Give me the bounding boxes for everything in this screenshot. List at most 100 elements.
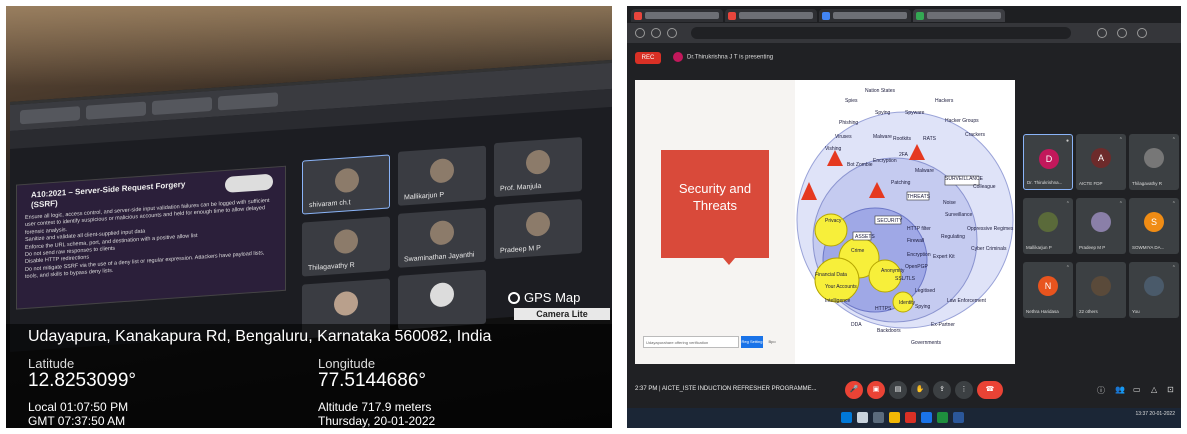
meeting-header: REC Dr.Thirukrishna J T is presenting <box>627 43 1181 73</box>
participant-tile[interactable]: 22 others <box>1076 262 1126 318</box>
venn-label: Spies <box>845 98 858 104</box>
slide-button-secondary[interactable]: Bpo <box>765 336 779 348</box>
venn-label: ASSETS <box>855 234 875 240</box>
title-box-pointer <box>723 258 735 265</box>
avatar: D <box>1039 149 1059 169</box>
browser-tab[interactable] <box>819 9 911 22</box>
altitude: Altitude 717.9 meters <box>318 400 432 414</box>
url-input[interactable] <box>691 27 1071 39</box>
venn-label: Cyber Criminals <box>971 246 1007 252</box>
venn-label: Patching <box>891 180 911 186</box>
participant-tile[interactable]: ⌃ Thilagavathy R <box>1129 134 1179 190</box>
captions-button[interactable]: ▤ <box>889 381 907 399</box>
profile-icon[interactable] <box>1137 28 1147 38</box>
avatar <box>334 228 358 255</box>
browser-tab[interactable] <box>86 101 146 120</box>
slide-input[interactable]: Udayapurahare offering verification <box>643 336 739 348</box>
participant-tile[interactable]: Swaminathan Jayanthi <box>398 207 486 268</box>
participant-name: Thilagavathy R <box>1132 181 1163 186</box>
end-call-button[interactable]: ☎ <box>977 381 1003 399</box>
venn-label: RATS <box>923 136 937 142</box>
slide-button[interactable]: Reg Setting <box>741 336 763 348</box>
forward-icon[interactable] <box>651 28 661 38</box>
venn-label: Expert Kit <box>933 254 955 260</box>
venn-label: Rootkits <box>893 136 912 142</box>
browser-tab[interactable] <box>631 9 723 22</box>
meeting-screenshot: REC Dr.Thirukrishna J T is presenting Se… <box>627 6 1181 428</box>
participant-tile[interactable]: Pradeep M P <box>494 199 582 260</box>
participant-tile[interactable]: ⌃ Pradeep M P <box>1076 198 1126 254</box>
browser-tab[interactable] <box>152 96 212 116</box>
activities-icon[interactable]: △ <box>1151 385 1157 394</box>
bookmark-icon[interactable] <box>1117 28 1127 38</box>
participant-tile[interactable]: ⌃ A AICTE FDP <box>1076 134 1126 190</box>
file-explorer-icon[interactable] <box>889 412 900 423</box>
info-icon[interactable]: ⓘ <box>1097 385 1105 396</box>
map-pin-icon <box>508 292 520 304</box>
slide-title-line: Threats <box>692 198 738 213</box>
mic-off-button[interactable]: 🎤 <box>845 381 863 399</box>
venn-label: DDA <box>851 322 862 328</box>
word-icon[interactable] <box>953 412 964 423</box>
avatar <box>335 167 359 194</box>
search-icon[interactable] <box>857 412 868 423</box>
participant-name: You <box>1132 309 1140 314</box>
browser-tab[interactable] <box>725 9 817 22</box>
venn-label: Surveillance <box>945 212 972 218</box>
rec-badge: REC <box>635 52 661 64</box>
chrome-icon[interactable] <box>905 412 916 423</box>
venn-label: Financial Data <box>815 272 847 278</box>
browser-tab[interactable] <box>218 92 278 111</box>
participant-grid: ● D Dr. Thirukrishna... ⌃ A AICTE FDP ⌃ … <box>1019 132 1181 322</box>
tab-favicon-icon <box>634 12 642 20</box>
edge-icon[interactable] <box>921 412 932 423</box>
present-button[interactable]: ⇪ <box>933 381 951 399</box>
venn-label: HTTP filter <box>907 226 931 232</box>
chat-icon[interactable]: ▭ <box>1133 385 1141 394</box>
participant-tile[interactable]: Mallikarjun P <box>398 145 486 206</box>
back-icon[interactable] <box>635 28 645 38</box>
browser-tab[interactable] <box>20 106 80 125</box>
lock-icon[interactable]: ⊡ <box>1167 385 1174 394</box>
participant-tile[interactable]: ⌃ S SOWMIYA DA... <box>1129 198 1179 254</box>
pin-icon[interactable]: ● <box>1066 138 1069 144</box>
venn-label: Identity <box>899 300 916 306</box>
participant-tile[interactable] <box>398 269 486 330</box>
presenter-avatar <box>673 52 683 62</box>
participant-name: SOWMIYA DA... <box>1132 245 1165 250</box>
people-icon[interactable]: 👥 <box>1115 385 1125 394</box>
gps-address: Udayapura, Kanakapura Rd, Bengaluru, Kar… <box>28 328 492 345</box>
task-view-icon[interactable] <box>873 412 884 423</box>
tab-favicon-icon <box>822 12 830 20</box>
participant-tile[interactable]: ⌃ Mallikarjun P <box>1023 198 1073 254</box>
venn-label: Crackers <box>965 132 986 138</box>
security-venn-diagram: Nation States Spies Hackers Spying Spyware Ha… <box>795 80 1015 364</box>
participant-tile[interactable]: shivaram ch.t <box>302 154 390 215</box>
reload-icon[interactable] <box>667 28 677 38</box>
raise-hand-button[interactable]: ✋ <box>911 381 929 399</box>
venn-label: Encryption <box>873 158 897 164</box>
app-icon[interactable] <box>937 412 948 423</box>
slide-left-panel: Security and Threats Udayapurahare offer… <box>635 80 795 364</box>
venn-label: Spyware <box>905 110 925 116</box>
start-icon[interactable] <box>841 412 852 423</box>
venn-label: Colleague <box>973 184 996 190</box>
venn-label: Backdoors <box>877 328 901 334</box>
gps-logo-subtitle: Camera Lite <box>514 308 610 320</box>
more-options-button[interactable]: ⋮ <box>955 381 973 399</box>
venn-label: Malware <box>873 134 892 140</box>
avatar <box>1091 276 1111 296</box>
camera-off-button[interactable]: ▣ <box>867 381 885 399</box>
participant-tile[interactable]: ● D Dr. Thirukrishna... <box>1023 134 1073 190</box>
venn-label: Spying <box>915 304 931 310</box>
participant-tile[interactable]: Thilagavathy R <box>302 216 390 277</box>
tab-title <box>739 12 813 19</box>
longitude-label: Longitude <box>318 356 376 371</box>
participant-tile[interactable]: Prof. Manjula <box>494 137 582 198</box>
participant-tile[interactable]: ⌃ You <box>1129 262 1179 318</box>
participant-tile[interactable]: ⌃ N Nethra Haridasa <box>1023 262 1073 318</box>
extension-icon[interactable] <box>1097 28 1107 38</box>
avatar: N <box>1038 276 1058 296</box>
browser-tab-active[interactable] <box>913 9 1005 22</box>
venn-label: Law Enforcement <box>947 298 987 304</box>
